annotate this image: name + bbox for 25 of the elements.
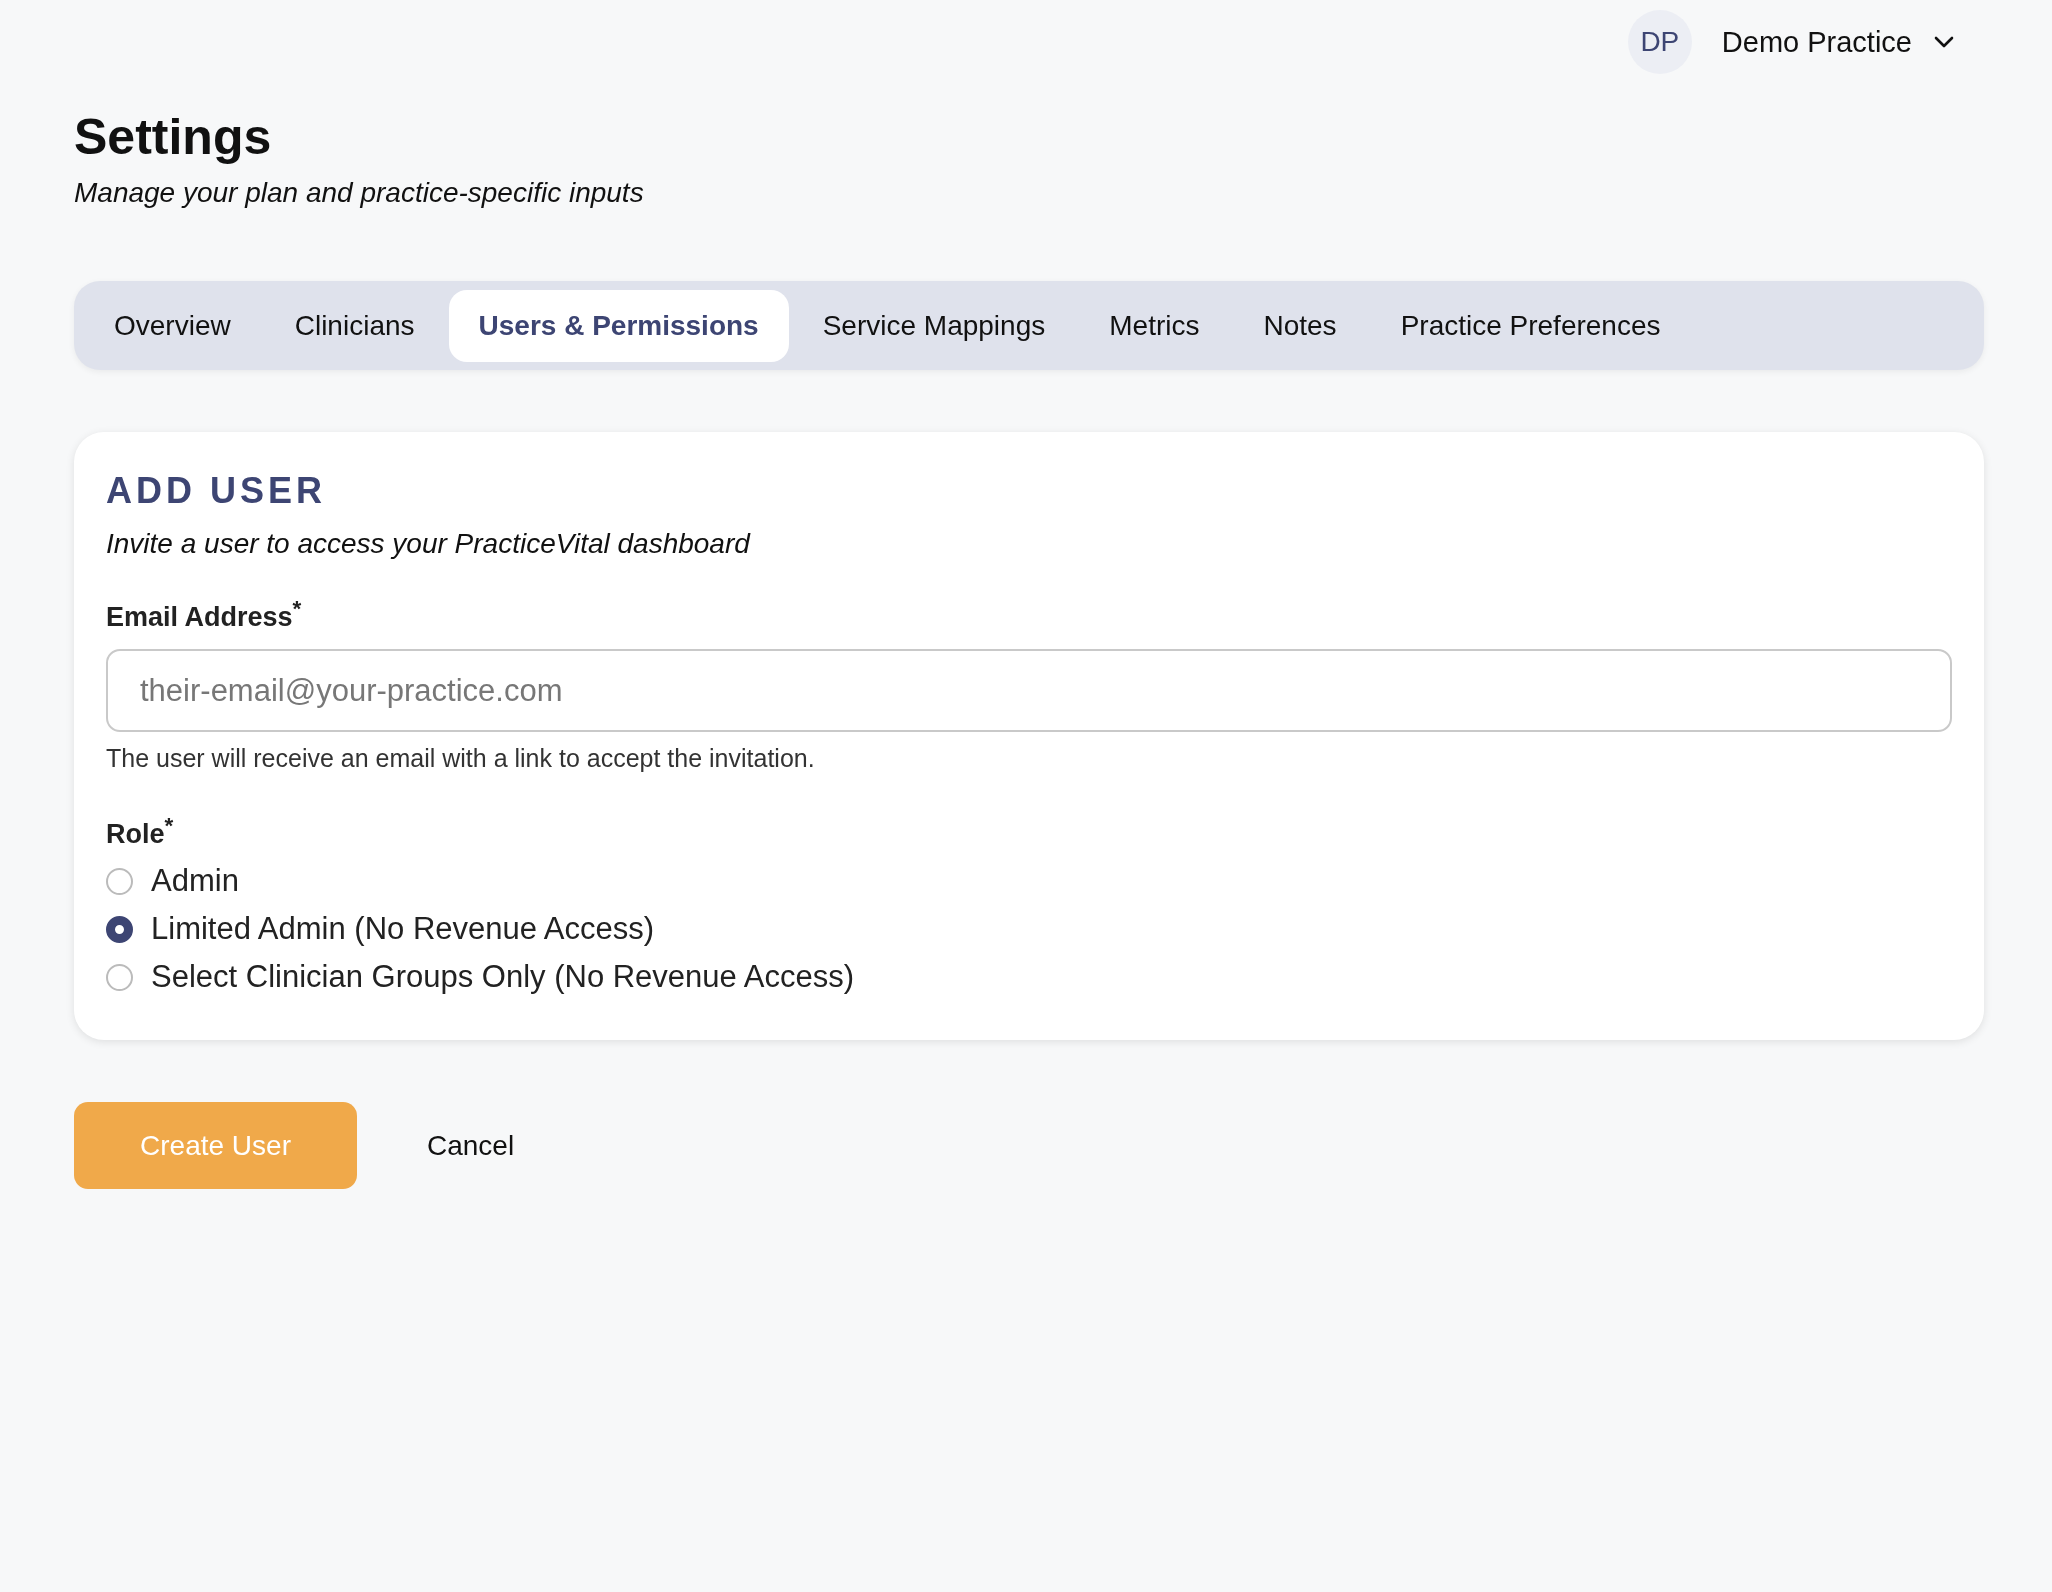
avatar-initials: DP <box>1627 10 1692 74</box>
tab[interactable]: Clinicians <box>264 289 445 362</box>
section-subtitle: Invite a user to access your PracticeVital dashboard <box>106 528 752 560</box>
tab[interactable]: Overview <box>84 289 261 362</box>
radio-label: Limited Admin (No Revenue Access) <box>151 911 655 947</box>
radio-button[interactable] <box>106 915 133 943</box>
tab[interactable]: Practice Preferences <box>1370 289 1691 362</box>
section-title: ADD USER <box>106 470 327 512</box>
radio-button[interactable] <box>106 867 133 895</box>
tab[interactable]: Service Mappings <box>792 289 1076 362</box>
radio-button[interactable] <box>106 963 133 991</box>
tab[interactable]: Users & Permissions <box>448 289 789 362</box>
practice-dropdown[interactable]: Demo Practice <box>1721 25 1954 59</box>
page-subtitle: Manage your plan and practice-specific inputs <box>74 177 645 209</box>
tab[interactable]: Notes <box>1233 289 1367 362</box>
field-label: Role$^{*}$ <box>106 813 175 850</box>
field-label: Email Address$^{*}$ <box>106 596 303 633</box>
email-input-field[interactable]: their-email@your-practice.com <box>106 649 1952 732</box>
tab[interactable]: Metrics <box>1079 289 1230 362</box>
page-title: Settings <box>74 108 273 167</box>
cancel-button[interactable]: Cancel <box>427 1129 515 1162</box>
radio-label: Select Clinician Groups Only (No Revenue Access) <box>151 959 854 995</box>
radio-label: Admin <box>151 863 239 899</box>
help-text: The user will receive an email with a link to accept the invitation. <box>106 744 816 773</box>
chevron-down-icon <box>1934 36 1954 48</box>
